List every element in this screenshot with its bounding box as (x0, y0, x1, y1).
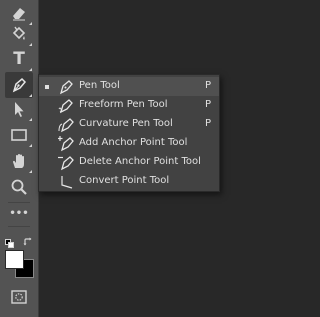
menu-item-pen-tool[interactable]: Pen Tool P (39, 77, 219, 96)
menu-item-curvature-pen-tool[interactable]: Curvature Pen Tool P (39, 115, 219, 134)
menu-item-freeform-pen-tool[interactable]: Freeform Pen Tool P (39, 96, 219, 115)
convert-point-icon (58, 173, 76, 191)
rectangle-tool[interactable] (5, 122, 33, 148)
quick-mask-button[interactable] (5, 284, 33, 310)
menu-item-label: Convert Point Tool (79, 175, 170, 186)
freeform-pen-icon (58, 97, 76, 115)
more-dots-icon: ••• (9, 207, 29, 219)
quick-mask-icon (10, 288, 28, 306)
pen-icon (58, 78, 76, 96)
menu-item-label: Add Anchor Point Tool (79, 137, 188, 148)
delete-anchor-point-icon (58, 154, 76, 172)
foreground-color-swatch[interactable] (5, 250, 24, 269)
pen-tool-flyout-menu: Pen Tool P Freeform Pen Tool P Curvature… (38, 74, 220, 192)
flyout-indicator (29, 170, 32, 173)
path-selection-tool[interactable] (5, 96, 33, 122)
menu-item-label: Curvature Pen Tool (79, 118, 173, 129)
menu-item-label: Freeform Pen Tool (79, 99, 168, 110)
rectangle-icon (9, 125, 29, 145)
menu-item-delete-anchor-point-tool[interactable]: Delete Anchor Point Tool (39, 153, 219, 172)
type-tool[interactable]: T (5, 46, 33, 72)
toolbar-divider (8, 226, 30, 227)
selected-bullet (45, 85, 49, 89)
add-anchor-point-icon (57, 135, 76, 153)
flyout-indicator (29, 118, 32, 121)
tools-panel: T ••• (0, 0, 39, 317)
pen-icon (9, 75, 29, 95)
menu-item-shortcut: P (205, 99, 212, 110)
menu-item-add-anchor-point-tool[interactable]: Add Anchor Point Tool (39, 134, 219, 153)
hand-icon (9, 151, 29, 171)
zoom-tool[interactable] (5, 174, 33, 200)
type-icon: T (13, 49, 25, 69)
pen-tool[interactable] (5, 72, 33, 98)
menu-item-convert-point-tool[interactable]: Convert Point Tool (39, 172, 219, 191)
paint-bucket-tool[interactable] (5, 21, 33, 47)
hand-tool[interactable] (5, 148, 33, 174)
menu-item-shortcut: P (205, 80, 212, 91)
eraser-icon (9, 3, 29, 23)
swap-colors-icon[interactable] (23, 232, 33, 251)
flyout-indicator (29, 68, 32, 71)
curvature-pen-icon (58, 116, 76, 134)
paint-bucket-icon (9, 24, 29, 44)
edit-toolbar-button[interactable]: ••• (5, 200, 33, 226)
menu-item-label: Delete Anchor Point Tool (79, 156, 201, 167)
menu-item-label: Pen Tool (79, 80, 120, 91)
menu-item-shortcut: P (205, 118, 212, 129)
flyout-indicator (29, 144, 32, 147)
arrow-cursor-icon (9, 99, 29, 119)
magnifier-icon (9, 177, 29, 197)
